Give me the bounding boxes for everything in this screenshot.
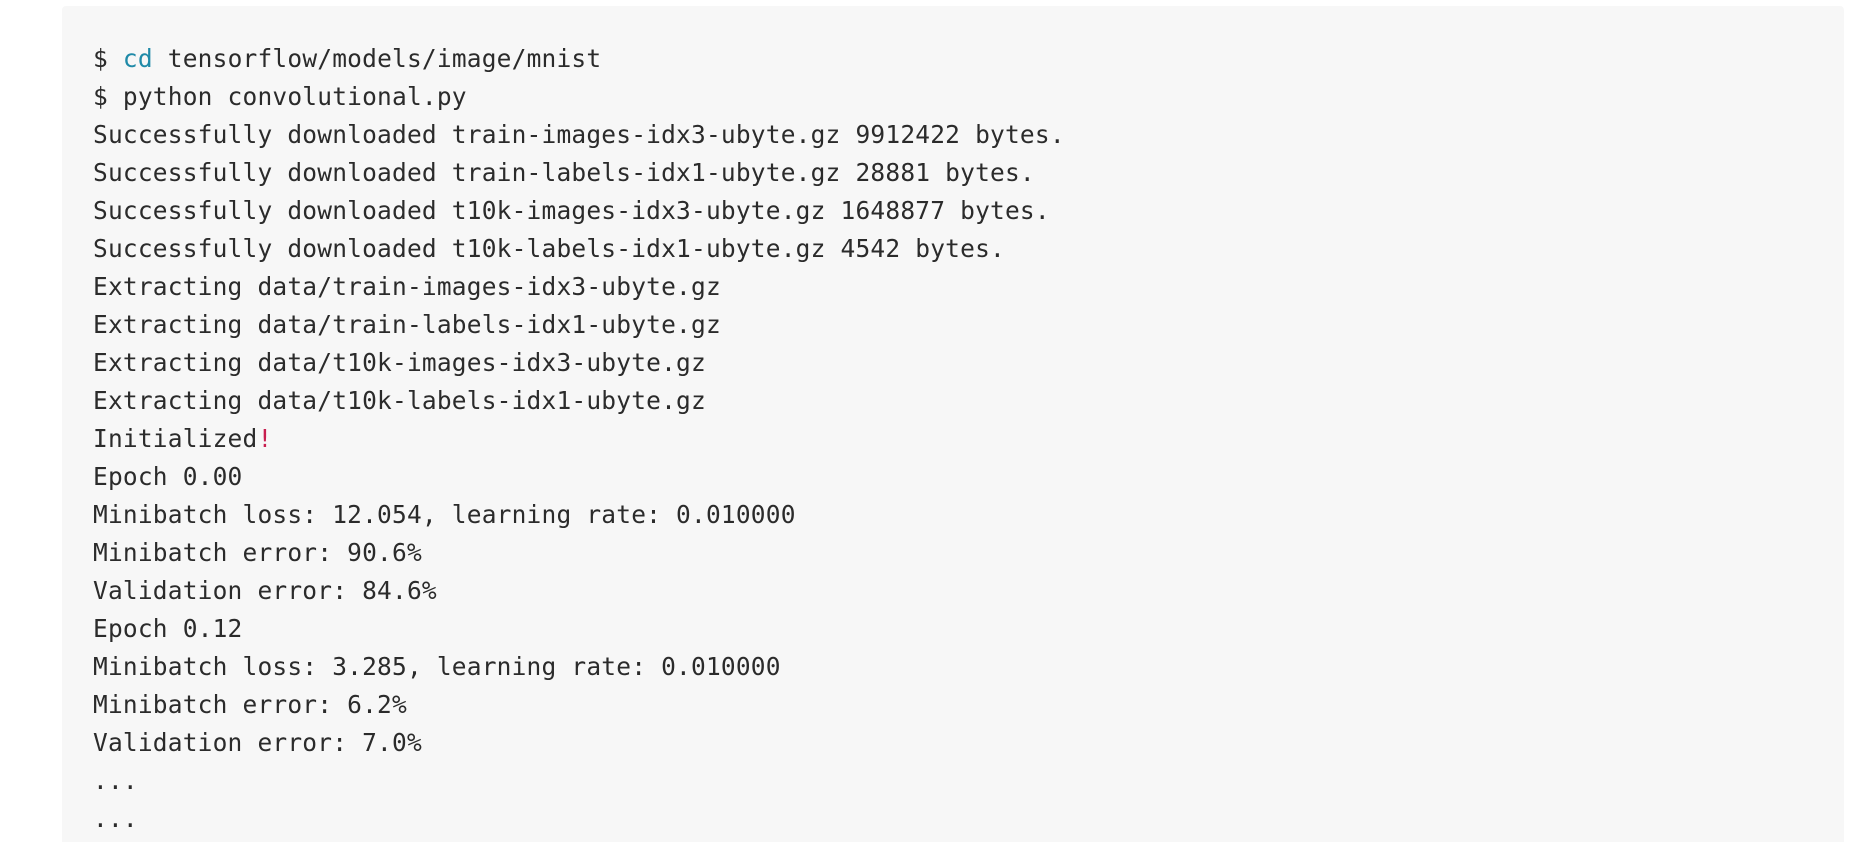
code-line-epoch-1: Epoch 0.12 (93, 614, 243, 643)
code-line-ellipsis-2: ... (93, 804, 138, 833)
code-line-minibatch-loss-0: Minibatch loss: 12.054, learning rate: 0… (93, 500, 796, 529)
cd-path: tensorflow/models/image/mnist (152, 44, 602, 73)
code-line-minibatch-error-0: Minibatch error: 90.6% (93, 538, 422, 567)
code-line-download-train-labels: Successfully downloaded train-labels-idx… (93, 158, 1035, 187)
code-line-minibatch-loss-1: Minibatch loss: 3.285, learning rate: 0.… (93, 652, 781, 681)
code-line-download-train-images: Successfully downloaded train-images-idx… (93, 120, 1065, 149)
code-line-epoch-0: Epoch 0.00 (93, 462, 243, 491)
code-line-extract-test-labels: Extracting data/t10k-labels-idx1-ubyte.g… (93, 386, 706, 415)
cd-keyword: cd (122, 44, 153, 73)
code-line-ellipsis-1: ... (93, 766, 138, 795)
code-line-extract-train-images: Extracting data/train-images-idx3-ubyte.… (93, 272, 721, 301)
code-line-download-test-images: Successfully downloaded t10k-images-idx3… (93, 196, 1050, 225)
code-block: $ cd tensorflow/models/image/mnist $ pyt… (62, 6, 1844, 842)
code-line-extract-test-images: Extracting data/t10k-images-idx3-ubyte.g… (93, 348, 706, 377)
code-line-validation-error-0: Validation error: 84.6% (93, 576, 437, 605)
code-line-validation-error-1: Validation error: 7.0% (93, 728, 422, 757)
code-line-minibatch-error-1: Minibatch error: 6.2% (93, 690, 407, 719)
code-line-download-test-labels: Successfully downloaded t10k-labels-idx1… (93, 234, 1005, 263)
code-line-initialized: Initialized! (93, 420, 1844, 458)
code-line-extract-train-labels: Extracting data/train-labels-idx1-ubyte.… (93, 310, 721, 339)
initialized-text: Initialized (93, 424, 258, 453)
exclamation-mark: ! (257, 424, 273, 453)
code-line-python: $ python convolutional.py (93, 82, 467, 111)
prompt-symbol: $ (93, 44, 123, 73)
code-line-cd: $ cd tensorflow/models/image/mnist (93, 40, 1844, 78)
